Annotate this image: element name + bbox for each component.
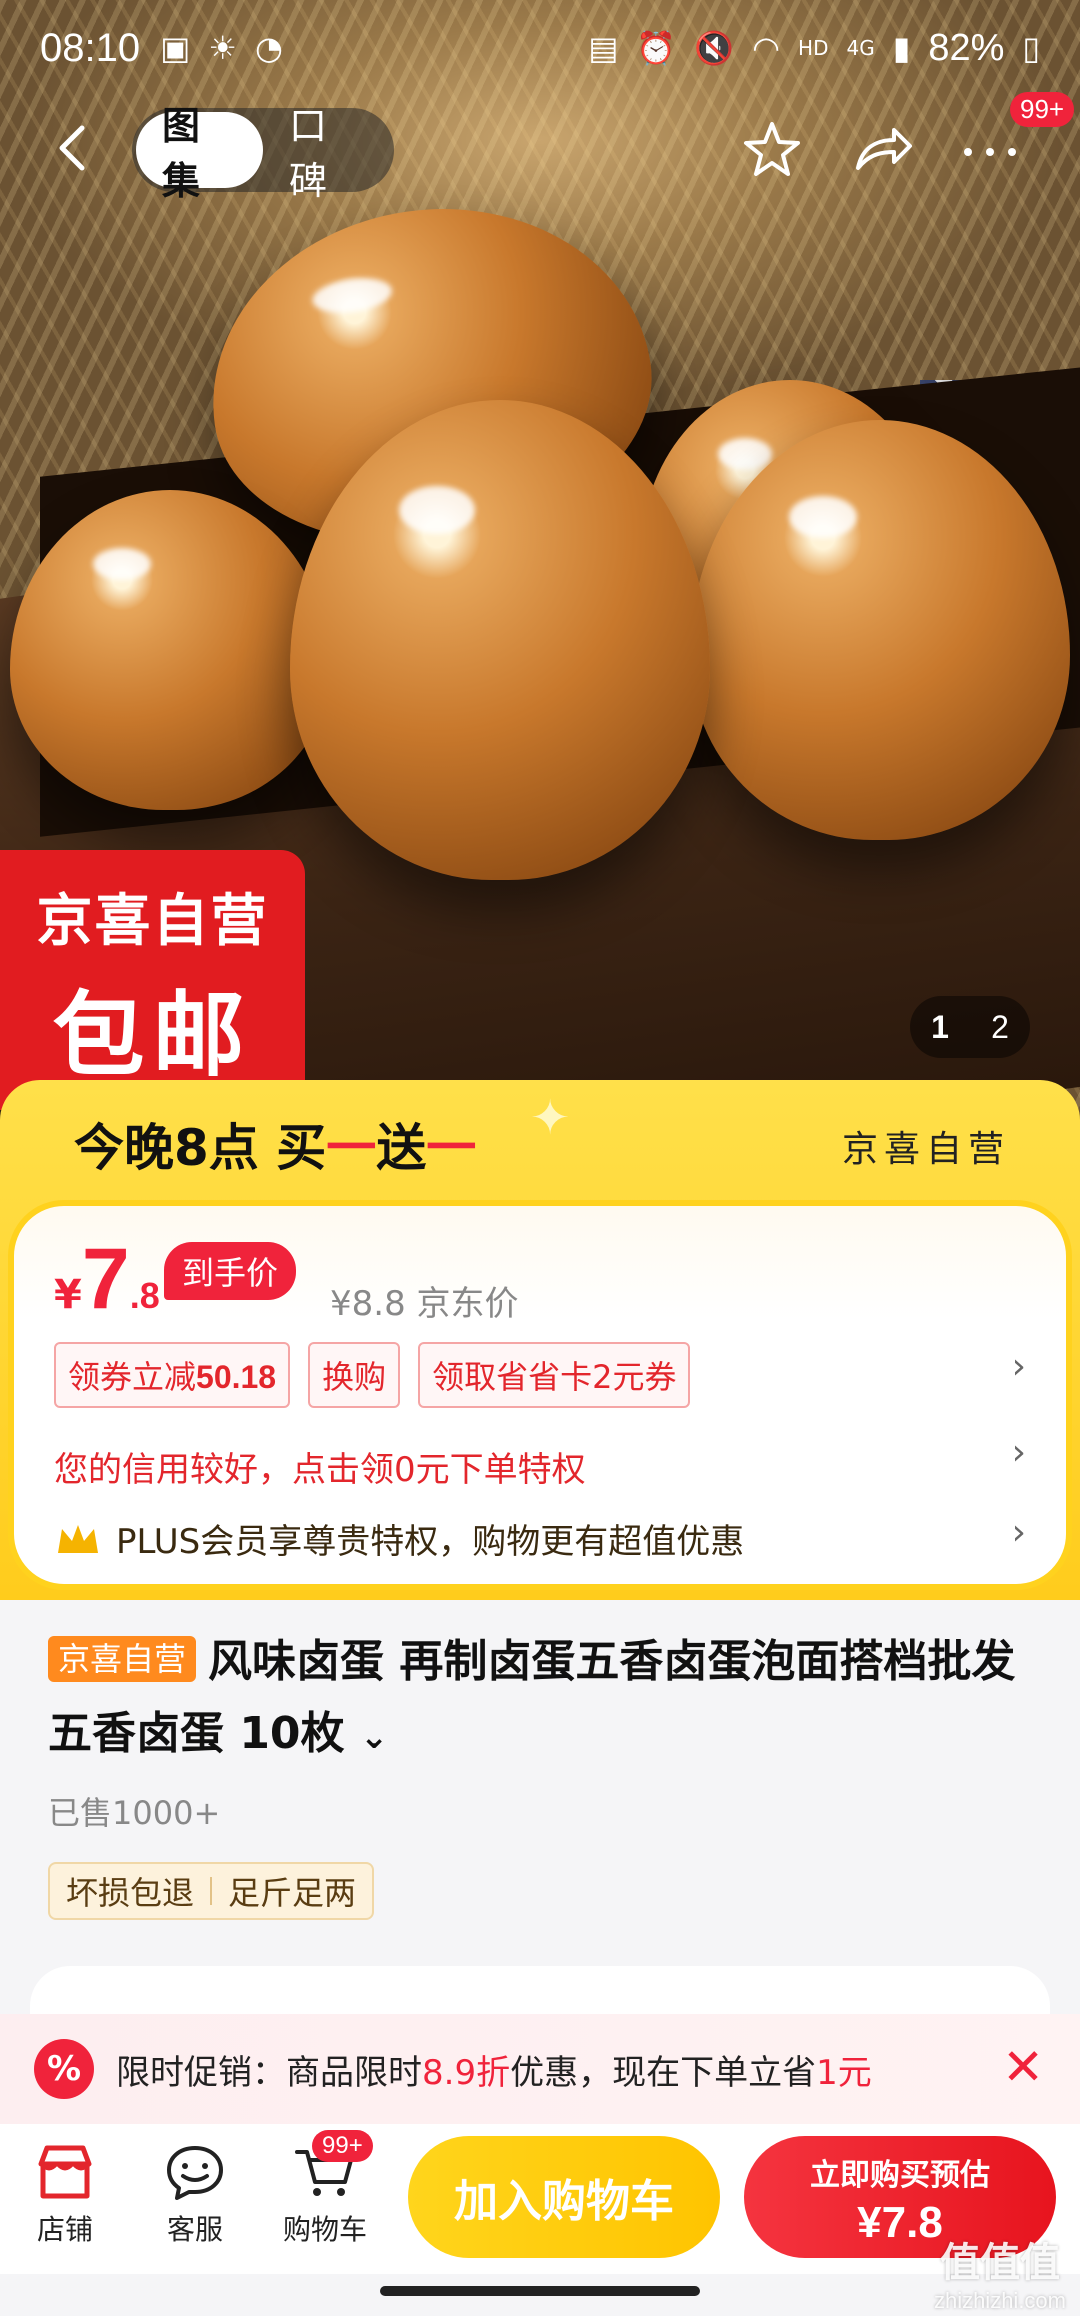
nfc-icon: ▤ xyxy=(588,29,619,67)
percent-icon: % xyxy=(34,2039,94,2099)
share-icon[interactable] xyxy=(850,118,914,182)
watermark: 值值值 zhizhizhi.com xyxy=(934,2230,1066,2314)
service-label: 客服 xyxy=(166,2213,223,2246)
tab-reviews[interactable]: 口碑 xyxy=(263,104,390,203)
close-icon[interactable]: ✕ xyxy=(1002,2038,1044,2096)
sticker-line2: 包邮 xyxy=(52,982,253,1089)
back-arrow-icon[interactable] xyxy=(44,118,104,178)
plus-text: PLUS会员享尊贵特权，购物更有超值优惠 xyxy=(116,1522,745,1562)
service-item: 坏损包退 xyxy=(66,1874,195,1912)
promo-headline-prefix: 今晚8点 买 xyxy=(74,1119,327,1177)
credit-privilege[interactable]: 您的信用较好，点击领0元下单特权 xyxy=(54,1442,586,1491)
more-icon[interactable] xyxy=(958,118,1022,182)
coupon-saver-card[interactable]: 领取省省卡2元券 xyxy=(418,1342,691,1408)
bottom-action-bar: 店铺 客服 购物车 99+ 加入购物车 立即购买预估 ¥7.8 xyxy=(0,2124,1080,2274)
product-info: 京喜自营 风味卤蛋 再制卤蛋五香卤蛋泡面搭档批发 五香卤蛋 10枚 ⌄ 已售100… xyxy=(0,1600,1080,2046)
promo-discount: 8.9折 xyxy=(422,2052,511,2093)
free-shipping-sticker: 京喜自营 包邮 xyxy=(0,850,305,1110)
star-icon[interactable] xyxy=(740,118,804,182)
wifi-icon: ◠ xyxy=(752,29,781,67)
store-button[interactable]: 店铺 xyxy=(10,2142,120,2248)
jd-price: ¥8.8 京东价 xyxy=(330,1284,519,1324)
promo-side-label: 京喜自营 xyxy=(841,1129,1010,1170)
buy-now-label: 立即购买预估 xyxy=(810,2158,990,2193)
plus-membership[interactable]: PLUS会员享尊贵特权，购物更有超值优惠 xyxy=(54,1514,744,1563)
mute-icon: 🔇 xyxy=(694,29,735,67)
coupon-row[interactable]: 领券立减50.18 换购 领取省省卡2元券 xyxy=(54,1342,691,1408)
promo-headline-red2: 一 xyxy=(426,1119,477,1177)
network-label: 4G xyxy=(846,36,875,60)
store-icon xyxy=(38,2145,92,2199)
price-currency: ¥ xyxy=(54,1272,82,1318)
coupon-discount[interactable]: 领券立减50.18 xyxy=(54,1342,291,1408)
battery-icon: ▯ xyxy=(1022,29,1040,67)
watermark-title: 值值值 xyxy=(939,2240,1060,2286)
sold-count: 已售1000+ xyxy=(48,1794,221,1832)
pager-total: 2 xyxy=(991,1008,1009,1045)
coupon-discount-value: 50.18 xyxy=(196,1359,277,1395)
final-price: ¥ 7 .8 xyxy=(54,1236,160,1322)
sticker-line1: 京喜自营 xyxy=(36,889,269,954)
final-price-tag: 到手价 xyxy=(164,1242,297,1300)
hd-label: HD xyxy=(798,36,829,60)
status-time: 08:10 xyxy=(40,25,141,70)
add-to-cart-button[interactable]: 加入购物车 xyxy=(408,2136,720,2258)
promo-card: 今晚8点 买一送一 ✦ 京喜自营 ¥ 7 .8 到手价 ¥8.8 京东价 领券立… xyxy=(0,1080,1080,1600)
signal-icon: ▮ xyxy=(892,29,911,67)
cart-label: 购物车 xyxy=(282,2213,367,2246)
promo-headline: 今晚8点 买一送一 xyxy=(74,1108,476,1180)
promo-saving: 1元 xyxy=(816,2052,872,2093)
price-card: ¥ 7 .8 到手价 ¥8.8 京东价 领券立减50.18 换购 领取省省卡2元… xyxy=(8,1200,1072,1590)
compass-icon: ◔ xyxy=(255,29,283,67)
pager-current: 1 xyxy=(931,1008,949,1045)
price-decimal: .8 xyxy=(129,1275,160,1316)
coupon-discount-label: 领券立减 xyxy=(68,1358,197,1396)
promo-headline-mid: 送 xyxy=(376,1119,427,1177)
top-navigation: 图集 口碑 99+ xyxy=(0,92,1080,203)
gallery-review-switch: 图集 口碑 xyxy=(132,104,394,203)
status-bar: 08:10 ▣ ☀ ◔ ▤ ⏰ 🔇 ◠ HD 4G ▮ 82% ▯ xyxy=(0,0,1080,96)
battery-percent: 82% xyxy=(928,26,1005,69)
sparkle-icon: ✦ xyxy=(530,1090,571,1146)
message-badge: 99+ xyxy=(1010,92,1075,127)
credit-chevron-icon[interactable]: › xyxy=(1012,1432,1026,1473)
plus-chevron-icon[interactable]: › xyxy=(1012,1512,1026,1553)
chat-smile-icon xyxy=(167,2146,223,2200)
customer-service-button[interactable]: 客服 xyxy=(140,2142,250,2248)
chevron-down-icon[interactable]: ⌄ xyxy=(360,1717,389,1757)
coupon-exchange[interactable]: 换购 xyxy=(308,1342,401,1408)
cart-badge: 99+ xyxy=(312,2130,373,2162)
product-title[interactable]: 京喜自营 风味卤蛋 再制卤蛋五香卤蛋泡面搭档批发 五香卤蛋 10枚 ⌄ xyxy=(48,1626,1038,1773)
home-indicator[interactable] xyxy=(380,2286,700,2296)
alarm-icon: ⏰ xyxy=(636,29,677,67)
limited-promo-text: 限时促销：商品限时8.9折优惠，现在下单立省1元 xyxy=(116,2045,872,2094)
gallery-icon: ▣ xyxy=(160,29,191,67)
limited-promo-banner[interactable]: % 限时促销：商品限时8.9折优惠，现在下单立省1元 ✕ xyxy=(0,2014,1080,2124)
promo-text-b: 优惠，现在下单立省 xyxy=(510,2052,817,2093)
store-label: 店铺 xyxy=(36,2213,93,2246)
promo-text-a: 限时促销：商品限时 xyxy=(116,2052,422,2093)
self-operated-tag: 京喜自营 xyxy=(48,1636,197,1682)
price-integer: 7 xyxy=(81,1231,130,1327)
coupon-chevron-icon[interactable]: › xyxy=(1012,1346,1026,1387)
watermark-url: zhizhizhi.com xyxy=(933,2288,1066,2313)
sun-icon: ☀ xyxy=(208,29,238,67)
tab-gallery[interactable]: 图集 xyxy=(136,104,263,203)
promo-headline-red1: 一 xyxy=(326,1119,377,1177)
service-item: 足斤足两 xyxy=(228,1874,357,1912)
image-pager: 1 2 xyxy=(910,996,1030,1058)
service-guarantees[interactable]: 坏损包退 足斤足两 xyxy=(48,1862,375,1920)
crown-icon xyxy=(58,1524,98,1553)
